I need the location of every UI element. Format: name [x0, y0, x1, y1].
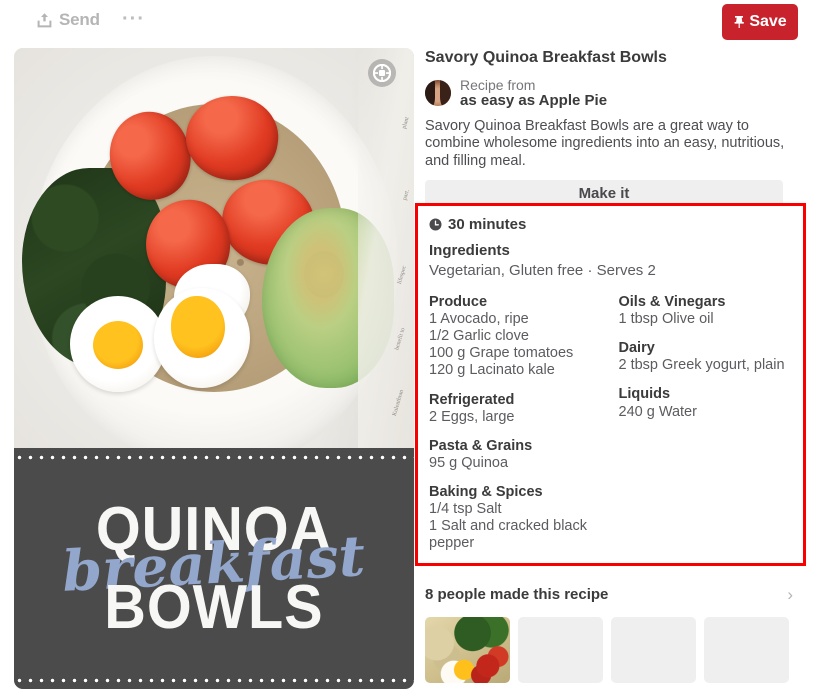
ingredient-group-title: Liquids — [618, 386, 671, 403]
share-upload-icon — [37, 12, 52, 28]
avatar — [425, 80, 451, 107]
ingredient-item: 1 Salt and cracked black pepper — [429, 518, 587, 552]
ingredient-item: 1 tbsp Olive oil — [618, 311, 714, 328]
ingredient-group-title: Produce — [429, 294, 488, 310]
ingredient-group-title: Pasta & Grains — [429, 437, 533, 454]
more-options-button[interactable]: ··· — [122, 9, 145, 29]
pin-details: Savory Quinoa Breakfast Bowls Recipe fro… — [425, 48, 799, 208]
send-button[interactable]: Send — [37, 10, 100, 30]
ingredients-column-right: Oils & Vinegars 1 tbsp Olive oil Dairy 2… — [611, 293, 793, 552]
made-this-thumbnail[interactable] — [425, 617, 510, 683]
ingredient-group-title: Oils & Vinegars — [618, 294, 726, 310]
ingredient-item: 1/4 tsp Salt — [429, 501, 502, 518]
pin-action-bar: Send ··· Save — [0, 0, 815, 46]
soft-boiled-egg — [154, 288, 250, 388]
page-title: Savory Quinoa Breakfast Bowls — [425, 49, 667, 66]
made-this-thumbnail[interactable] — [611, 617, 696, 683]
dotted-divider-top — [14, 455, 414, 460]
recipe-ingredients-panel: 30 minutes Ingredients Vegetarian, Glute… — [415, 203, 806, 566]
ingredient-item: 2 tbsp Greek yogurt, plain — [618, 357, 785, 374]
made-this-thumbnails — [425, 617, 799, 683]
attribution-source: as easy as Apple Pie — [460, 91, 608, 109]
attribution-text: Recipe from as easy as Apple Pie — [460, 78, 607, 108]
recipe-source-link[interactable]: Recipe from as easy as Apple Pie — [425, 78, 799, 108]
ingredients-meta: Vegetarian, Gluten free · Serves 2 — [429, 262, 656, 279]
ingredient-group-title: Baking & Spices — [429, 484, 543, 501]
made-this-thumbnail[interactable] — [518, 617, 603, 683]
ingredient-group-title: Refrigerated — [429, 391, 515, 408]
ingredients-heading: Ingredients — [429, 242, 510, 259]
pushpin-icon — [733, 15, 745, 29]
cook-time-text: 30 minutes — [448, 216, 527, 233]
image-caption-overlay: QUINOA breakfast BOWLS — [14, 448, 414, 689]
ingredient-item: 120 g Lacinato kale — [429, 362, 555, 379]
pin-image[interactable]: plant part. lifespec benefit to Kulenthr… — [14, 48, 414, 689]
send-label: Send — [59, 10, 100, 29]
pin-description: Savory Quinoa Breakfast Bowls are a grea… — [425, 118, 785, 169]
recipe-photo: plant part. lifespec benefit to Kulenthr… — [14, 48, 414, 448]
newsprint-text: Kulenthran — [391, 389, 406, 417]
caption-line-bowls: BOWLS — [104, 573, 324, 643]
ingredient-group-title: Dairy — [618, 340, 655, 357]
save-button[interactable]: Save — [722, 4, 798, 40]
made-this-header[interactable]: 8 people made this recipe › — [425, 586, 799, 603]
ingredients-column-left: Produce 1 Avocado, ripe 1/2 Garlic clove… — [429, 293, 611, 552]
newsprint-text: benefit to — [394, 327, 407, 351]
made-this-thumbnail[interactable] — [704, 617, 789, 683]
ingredient-item: 100 g Grape tomatoes — [429, 345, 574, 362]
newsprint-text: lifespec — [397, 265, 409, 285]
ingredient-item: 95 g Quinoa — [429, 454, 509, 471]
clock-icon — [429, 218, 442, 231]
newsprint-background: plant part. lifespec benefit to Kulenthr… — [358, 48, 414, 448]
made-this-title: 8 people made this recipe — [425, 586, 609, 603]
chevron-right-icon[interactable]: › — [787, 586, 799, 603]
soft-boiled-egg — [70, 296, 166, 392]
pin-closeup-page: Send ··· Save plant part. lifespec benef… — [0, 0, 815, 689]
visual-search-icon[interactable] — [368, 59, 396, 87]
save-label: Save — [749, 13, 787, 30]
dotted-divider-bottom — [14, 678, 414, 683]
ingredients-columns: Produce 1 Avocado, ripe 1/2 Garlic clove… — [429, 293, 792, 552]
made-this-recipe-section: 8 people made this recipe › — [425, 586, 799, 683]
ingredient-item: 2 Eggs, large — [429, 408, 515, 425]
attribution-prefix: Recipe from — [460, 77, 536, 94]
ingredient-item: 240 g Water — [618, 403, 697, 420]
newsprint-text: part. — [402, 188, 411, 202]
ingredient-item: 1 Avocado, ripe — [429, 311, 529, 328]
ingredient-item: 1/2 Garlic clove — [429, 328, 529, 345]
newsprint-text: plant — [401, 116, 411, 130]
cook-time-row: 30 minutes — [429, 216, 792, 233]
